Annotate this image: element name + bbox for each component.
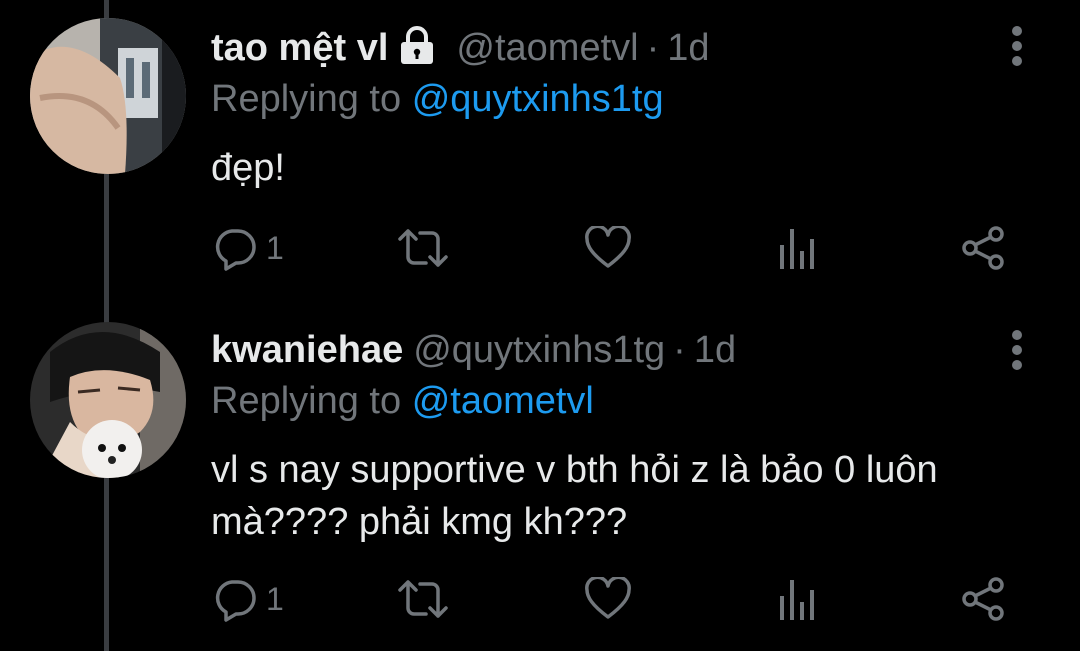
reply-count: 1 [266, 580, 284, 617]
handle[interactable]: @taometvl [456, 20, 638, 76]
share-button[interactable] [960, 218, 1006, 278]
retweet-icon [396, 225, 450, 271]
retweet-button[interactable] [396, 569, 450, 629]
handle[interactable]: @quytxinhs1tg [413, 322, 665, 378]
replying-to: Replying to @quytxinhs1tg [211, 74, 664, 124]
like-icon [584, 577, 632, 621]
replying-to: Replying to @taometvl [211, 376, 594, 426]
analytics-icon [776, 225, 818, 271]
reply-button[interactable]: 1 [212, 218, 284, 278]
like-button[interactable] [584, 218, 632, 278]
tweet-header: kwaniehae @quytxinhs1tg · 1d [211, 322, 736, 378]
analytics-icon [776, 576, 818, 622]
more-icon[interactable] [1002, 326, 1032, 374]
separator: · [673, 329, 686, 371]
timestamp[interactable]: 1d [667, 20, 709, 76]
reply-icon [212, 225, 258, 271]
analytics-button[interactable] [776, 218, 818, 278]
tweet-text: đẹp! [211, 147, 285, 189]
retweet-icon [396, 576, 450, 622]
replying-prefix: Replying to [211, 78, 402, 120]
reply-count: 1 [266, 229, 284, 266]
retweet-button[interactable] [396, 218, 450, 278]
display-name[interactable]: kwaniehae [211, 322, 403, 378]
lock-icon [398, 26, 436, 66]
tweet-header: tao mệt vl @taometvl · 1d [211, 20, 710, 76]
more-icon[interactable] [1002, 22, 1032, 70]
share-icon [960, 576, 1006, 622]
share-button[interactable] [960, 569, 1006, 629]
share-icon [960, 225, 1006, 271]
avatar[interactable] [30, 322, 186, 478]
replying-prefix: Replying to [211, 380, 402, 422]
analytics-button[interactable] [776, 569, 818, 629]
timestamp[interactable]: 1d [694, 322, 736, 378]
mention-link[interactable]: @quytxinhs1tg [412, 78, 664, 120]
reply-icon [212, 576, 258, 622]
like-icon [584, 226, 632, 270]
tweet[interactable]: tao mệt vl @taometvl · 1d Replying to @q… [0, 0, 1080, 300]
tweet[interactable]: kwaniehae @quytxinhs1tg · 1d Replying to… [0, 300, 1080, 651]
action-bar: 1 [0, 569, 1080, 629]
display-name[interactable]: tao mệt vl [211, 20, 388, 76]
tweet-text: vl s nay supportive v bth hỏi z là bảo 0… [211, 449, 938, 543]
avatar[interactable] [30, 18, 186, 174]
mention-link[interactable]: @taometvl [412, 380, 594, 422]
like-button[interactable] [584, 569, 632, 629]
reply-button[interactable]: 1 [212, 569, 284, 629]
separator: · [646, 27, 660, 69]
action-bar: 1 [0, 218, 1080, 278]
